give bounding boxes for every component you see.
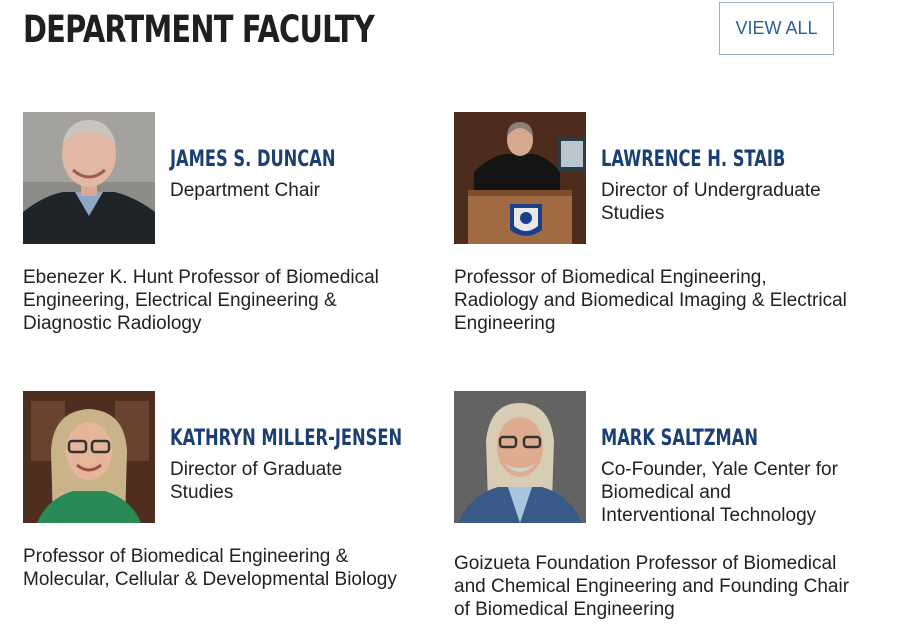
faculty-role: Director of Undergraduate Studies bbox=[601, 180, 821, 224]
faculty-description: Ebenezer K. Hunt Professor of Biomedical… bbox=[23, 267, 379, 334]
faculty-photo[interactable] bbox=[454, 112, 586, 244]
faculty-name[interactable]: KATHRYN MILLER-JENSEN bbox=[170, 426, 402, 452]
view-all-button[interactable]: VIEW ALL bbox=[719, 2, 834, 55]
faculty-photo[interactable] bbox=[23, 112, 155, 244]
faculty-role: Department Chair bbox=[170, 180, 320, 201]
faculty-description: Goizueta Foundation Professor of Biomedi… bbox=[454, 553, 850, 620]
faculty-description: Professor of Biomedical Engineering, Rad… bbox=[454, 267, 847, 334]
section-title: DEPARTMENT FACULTY bbox=[23, 8, 375, 51]
faculty-name[interactable]: MARK SALTZMAN bbox=[601, 426, 758, 452]
faculty-name[interactable]: JAMES S. DUNCAN bbox=[170, 147, 335, 173]
faculty-role: Director of Graduate Studies bbox=[170, 459, 343, 503]
faculty-role: Co-Founder, Yale Center for Biomedical a… bbox=[601, 459, 838, 526]
faculty-description: Professor of Biomedical Engineering & Mo… bbox=[23, 546, 397, 590]
faculty-photo[interactable] bbox=[454, 391, 586, 523]
faculty-name[interactable]: LAWRENCE H. STAIB bbox=[601, 147, 785, 173]
faculty-photo[interactable] bbox=[23, 391, 155, 523]
